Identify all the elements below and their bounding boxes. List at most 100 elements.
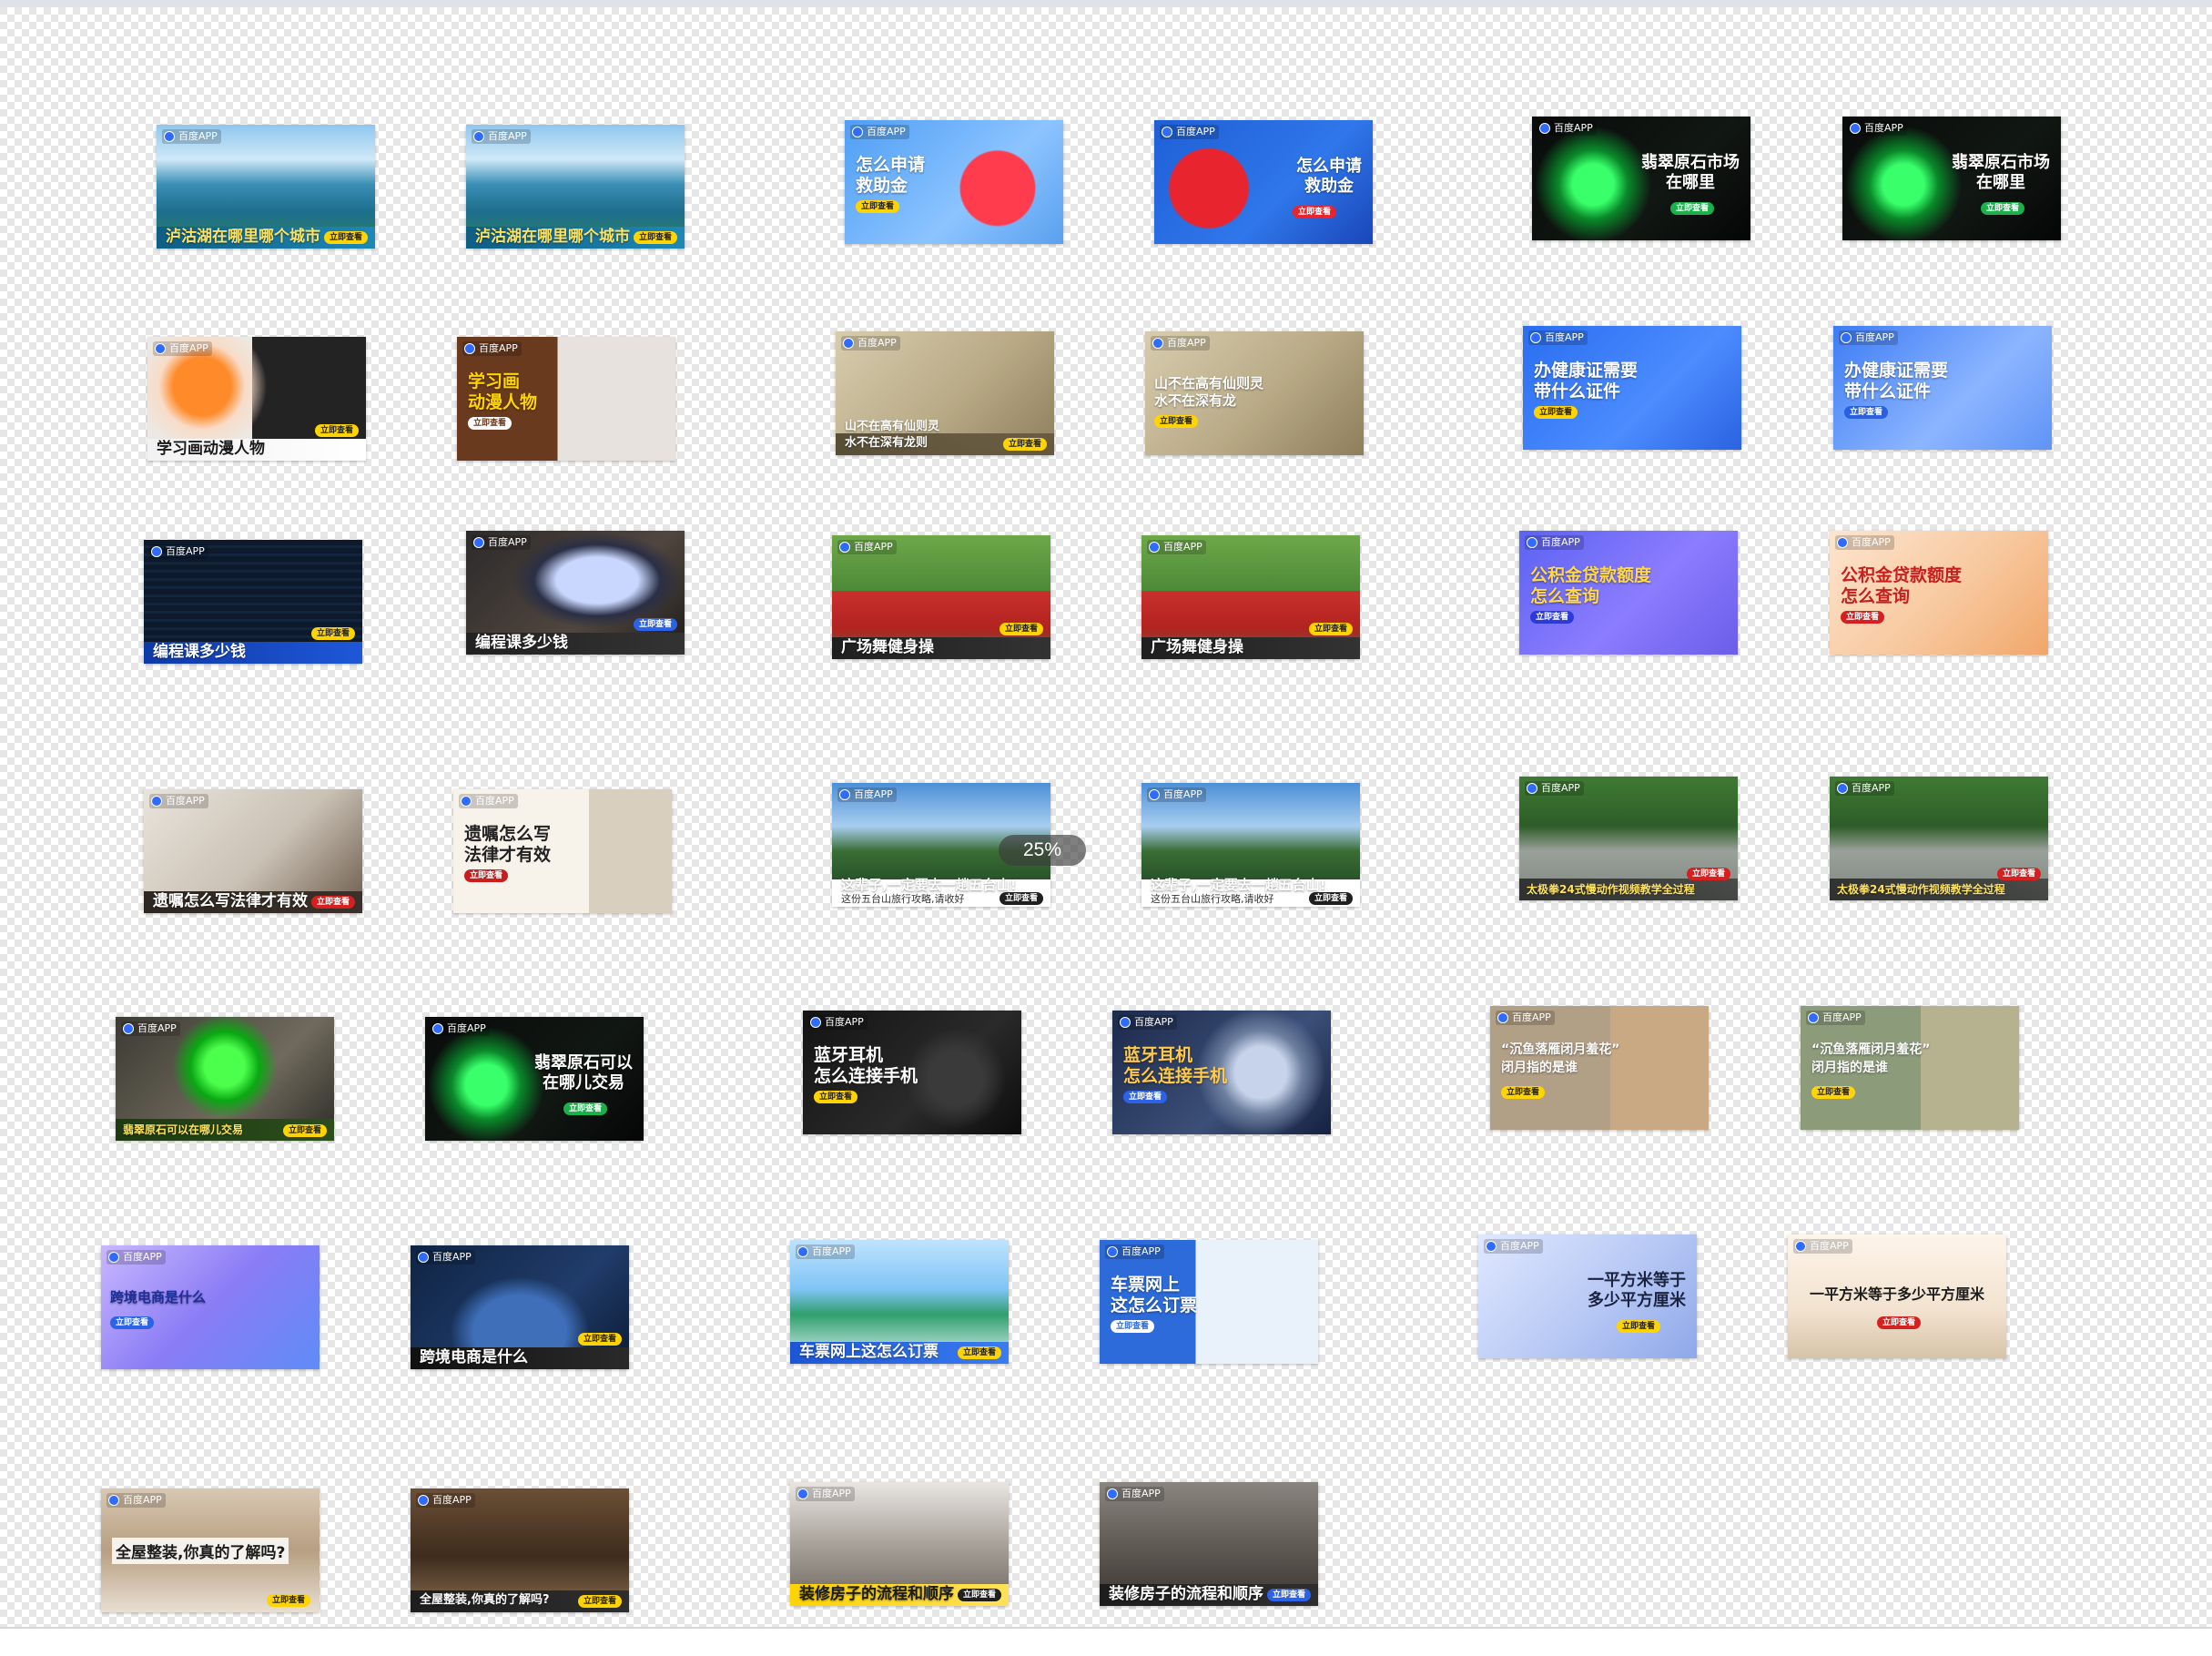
- banner-card[interactable]: 百度APP 蓝牙耳机 怎么连接手机 立即查看: [803, 1011, 1021, 1134]
- view-now-button[interactable]: 立即查看: [1686, 868, 1730, 880]
- view-now-button[interactable]: 立即查看: [856, 200, 900, 213]
- view-now-button[interactable]: 立即查看: [999, 892, 1043, 905]
- view-now-button[interactable]: 立即查看: [577, 1595, 622, 1608]
- view-now-button[interactable]: 立即查看: [1844, 406, 1889, 419]
- view-now-button[interactable]: 立即查看: [464, 869, 509, 882]
- banner-card[interactable]: 百度APP 遗嘱怎么写法律才有效 立即查看: [144, 789, 362, 913]
- view-now-button[interactable]: 立即查看: [957, 1346, 1001, 1359]
- banner-card[interactable]: 百度APP 广场舞健身操 立即查看: [1142, 535, 1360, 659]
- view-now-button[interactable]: 立即查看: [1308, 892, 1353, 905]
- view-now-button[interactable]: 立即查看: [1534, 406, 1578, 419]
- banner-card[interactable]: 百度APP 一平方米等于 多少平方厘米 立即查看: [1478, 1234, 1697, 1358]
- banner-card[interactable]: 百度APP 公积金贷款额度 怎么查询 立即查看: [1830, 531, 2048, 655]
- view-now-button[interactable]: 立即查看: [110, 1316, 155, 1329]
- baidu-bear-icon: [1486, 1241, 1497, 1252]
- view-now-button[interactable]: 立即查看: [1111, 1320, 1155, 1333]
- banner-card[interactable]: 百度APP 车票网上这怎么订票 立即查看: [790, 1240, 1009, 1364]
- banner-card[interactable]: 百度APP 泸沽湖在哪里哪个城市 立即查看: [466, 125, 685, 249]
- brand-label: 百度APP: [850, 125, 909, 139]
- view-now-button[interactable]: 立即查看: [1266, 1589, 1311, 1601]
- view-now-button[interactable]: 立即查看: [1996, 868, 2041, 880]
- brand-text: 百度APP: [169, 342, 208, 354]
- banner-card[interactable]: 百度APP 学习画 动漫人物 立即查看: [457, 337, 675, 461]
- view-now-button[interactable]: 立即查看: [633, 231, 677, 244]
- view-now-button[interactable]: 立即查看: [577, 1333, 622, 1346]
- baidu-bear-icon: [1107, 1488, 1118, 1499]
- banner-card[interactable]: 百度APP 遗嘱怎么写 法律才有效 立即查看: [453, 789, 672, 913]
- brand-text: 百度APP: [1545, 331, 1584, 343]
- banner-card[interactable]: 百度APP 学习画动漫人物 立即查看: [147, 337, 366, 461]
- view-now-button[interactable]: 立即查看: [1669, 202, 1714, 215]
- banner-card[interactable]: 百度APP 山不在高有仙则灵 水不在深有龙 立即查看: [1145, 331, 1364, 455]
- banner-card[interactable]: 百度APP “沉鱼落雁闭月羞花” 闭月指的是谁 立即查看: [1801, 1006, 2019, 1130]
- banner-card[interactable]: 百度APP 编程课多少钱 立即查看: [466, 531, 685, 655]
- brand-label: 百度APP: [837, 540, 897, 554]
- view-now-button[interactable]: 立即查看: [1530, 611, 1575, 624]
- banner-card[interactable]: 百度APP 办健康证需要 带什么证件 立即查看: [1833, 326, 2052, 450]
- banner-card[interactable]: 百度APP 跨境电商是什么 立即查看: [411, 1245, 629, 1369]
- view-now-button[interactable]: 立即查看: [266, 1594, 310, 1607]
- banner-card[interactable]: 百度APP 办健康证需要 带什么证件 立即查看: [1523, 326, 1741, 450]
- view-now-button[interactable]: 立即查看: [1616, 1320, 1660, 1333]
- baidu-bear-icon: [1539, 123, 1550, 134]
- view-now-button[interactable]: 立即查看: [999, 623, 1043, 635]
- banner-card[interactable]: 百度APP 车票网上 这怎么订票 立即查看: [1100, 1240, 1318, 1364]
- baidu-bear-icon: [418, 1252, 429, 1263]
- banner-card[interactable]: 百度APP 怎么申请 救助金立即查看: [845, 120, 1063, 244]
- banner-card[interactable]: 百度APP 怎么申请 救助金 立即查看: [1154, 120, 1373, 244]
- banner-card[interactable]: 百度APP 翡翠原石市场 在哪里 立即查看: [1842, 117, 2061, 240]
- view-now-button[interactable]: 立即查看: [1841, 611, 1885, 624]
- view-now-button[interactable]: 立即查看: [323, 231, 368, 244]
- banner-title: 公积金贷款额度 怎么查询: [1530, 565, 1652, 606]
- banner-card[interactable]: 百度APP 广场舞健身操 立即查看: [832, 535, 1050, 659]
- view-now-button[interactable]: 立即查看: [1154, 415, 1199, 428]
- view-now-button[interactable]: 立即查看: [1877, 1316, 1922, 1329]
- view-now-button[interactable]: 立即查看: [1123, 1091, 1168, 1103]
- banner-card[interactable]: 百度APP 全屋整装,你真的了解吗? 立即查看: [411, 1488, 629, 1612]
- banner-card[interactable]: 百度APP 太极拳24式慢动作视频教学全过程 立即查看: [1830, 777, 2048, 900]
- bottom-bar: [0, 1627, 2212, 1656]
- banner-card[interactable]: 百度APP 编程课多少钱 立即查看: [144, 540, 362, 664]
- view-now-button[interactable]: 立即查看: [1002, 438, 1047, 451]
- banner-title: 跨境电商是什么: [110, 1289, 207, 1305]
- view-now-button[interactable]: 立即查看: [633, 618, 677, 631]
- brand-text: 百度APP: [1864, 122, 1903, 134]
- view-now-button[interactable]: 立即查看: [310, 627, 355, 640]
- view-now-button[interactable]: 立即查看: [1292, 206, 1336, 218]
- brand-label: 百度APP: [1151, 336, 1210, 351]
- banner-card[interactable]: 百度APP 翡翠原石可以在哪儿交易 立即查看: [116, 1017, 334, 1141]
- banner-card[interactable]: 百度APP 公积金贷款额度 怎么查询 立即查看: [1519, 531, 1738, 655]
- banner-card[interactable]: 百度APP 全屋整装,你真的了解吗? 立即查看: [101, 1488, 320, 1612]
- view-now-button[interactable]: 立即查看: [1811, 1086, 1856, 1099]
- view-now-button[interactable]: 立即查看: [1308, 623, 1353, 635]
- view-now-button[interactable]: 立即查看: [563, 1102, 607, 1115]
- view-now-button[interactable]: 立即查看: [310, 896, 355, 909]
- brand-label: 百度APP: [162, 129, 221, 144]
- brand-label: 百度APP: [472, 129, 531, 144]
- view-now-button[interactable]: 立即查看: [957, 1589, 1001, 1601]
- banner-card[interactable]: 百度APP 跨境电商是什么 立即查看: [101, 1245, 320, 1369]
- view-now-button[interactable]: 立即查看: [468, 417, 512, 430]
- view-now-button[interactable]: 立即查看: [1501, 1086, 1546, 1099]
- banner-card[interactable]: 百度APP 一平方米等于多少平方厘米 立即查看: [1788, 1234, 2006, 1358]
- brand-label: 百度APP: [796, 1487, 855, 1501]
- baidu-bear-icon: [1107, 1246, 1118, 1257]
- banner-card[interactable]: 百度APP 这份五台山旅行攻略,请收好 这辈子,一定要去一趟五台山! 立即查看: [1142, 783, 1360, 907]
- banner-card[interactable]: 百度APP 装修房子的流程和顺序 立即查看: [1100, 1482, 1318, 1606]
- view-now-button[interactable]: 立即查看: [282, 1124, 327, 1137]
- banner-card[interactable]: 百度APP 泸沽湖在哪里哪个城市 立即查看: [157, 125, 375, 249]
- brand-label: 百度APP: [107, 1250, 166, 1265]
- view-now-button[interactable]: 立即查看: [814, 1091, 858, 1103]
- baidu-bear-icon: [1837, 783, 1848, 794]
- banner-title: 泸沽湖在哪里哪个城市: [166, 228, 320, 246]
- banner-card[interactable]: 百度APP 太极拳24式慢动作视频教学全过程 立即查看: [1519, 777, 1738, 900]
- banner-card[interactable]: 百度APP 翡翠原石市场 在哪里 立即查看: [1532, 117, 1750, 240]
- banner-title: 怎么申请 救助金: [856, 155, 926, 196]
- view-now-button[interactable]: 立即查看: [314, 424, 359, 437]
- banner-card[interactable]: 百度APP 装修房子的流程和顺序 立即查看: [790, 1482, 1009, 1606]
- banner-card[interactable]: 百度APP “沉鱼落雁闭月羞花” 闭月指的是谁 立即查看: [1490, 1006, 1709, 1130]
- banner-card[interactable]: 百度APP 蓝牙耳机 怎么连接手机 立即查看: [1112, 1011, 1331, 1134]
- banner-card[interactable]: 百度APP 翡翠原石可以 在哪儿交易 立即查看: [425, 1017, 644, 1141]
- view-now-button[interactable]: 立即查看: [1980, 202, 2024, 215]
- banner-card[interactable]: 百度APP 山不在高有仙则灵 水不在深有龙则 立即查看: [836, 331, 1054, 455]
